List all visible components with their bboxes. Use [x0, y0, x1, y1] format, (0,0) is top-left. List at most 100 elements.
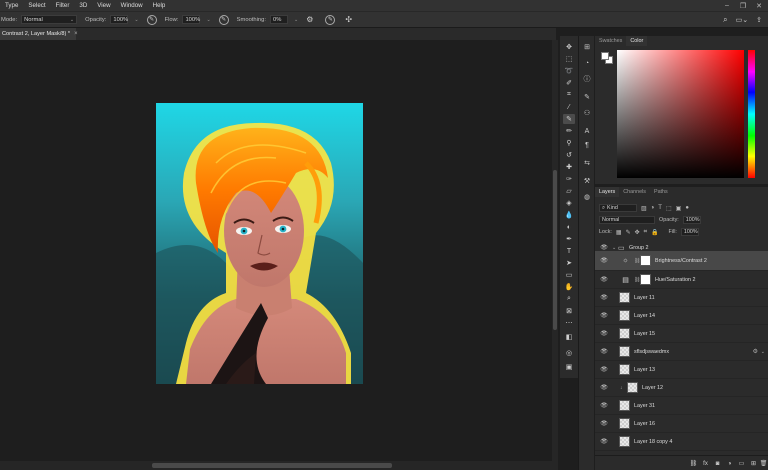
lasso-tool-icon[interactable]: ➰ — [563, 66, 575, 76]
artwork-canvas[interactable] — [156, 103, 363, 384]
tab-color[interactable]: Color — [626, 36, 648, 46]
quick-select-tool-icon[interactable]: ✐ — [563, 78, 575, 88]
layer-row-layer-31[interactable]: 👁 Layer 31 — [595, 397, 768, 415]
pencil-tool-icon[interactable]: ✏ — [563, 126, 575, 136]
clone-source-panel-icon[interactable]: ⚇ — [582, 108, 592, 118]
group-expand-chevron-icon[interactable]: ⌄ — [612, 245, 616, 251]
expand-effects-chevron-icon[interactable]: ⌄ — [761, 349, 765, 355]
vertical-scroll-thumb[interactable] — [553, 170, 557, 330]
lock-artboard-icon[interactable]: ⌗ — [644, 229, 647, 236]
shape-tool-icon[interactable]: ▭ — [563, 270, 575, 280]
eyedropper-tool-icon[interactable]: ⁄ — [563, 102, 575, 112]
layer-mask-thumbnail[interactable] — [640, 255, 651, 266]
lock-all-icon[interactable]: 🔒 — [651, 229, 658, 236]
fill-field[interactable]: 100% — [680, 228, 699, 236]
share-icon[interactable]: ⇪ — [756, 16, 762, 24]
link-layers-icon[interactable]: ⛓ — [689, 459, 698, 468]
adjustment-filter-icon[interactable]: ◑ — [651, 205, 655, 211]
clone-stamp-tool-icon[interactable]: ⚲ — [563, 138, 575, 148]
smart-object-filter-icon[interactable]: ▣ — [676, 205, 682, 212]
libraries-panel-icon[interactable]: ◍ — [582, 192, 592, 202]
menu-help[interactable]: Help — [148, 2, 171, 9]
symmetry-icon[interactable]: ✣ — [345, 15, 352, 24]
pixel-filter-icon[interactable]: ▨ — [641, 205, 647, 212]
minimize-icon[interactable]: – — [722, 1, 732, 10]
menu-type[interactable]: Type — [0, 2, 23, 9]
hand-tool-icon[interactable]: ✋ — [563, 282, 575, 292]
character-panel-icon[interactable]: A — [582, 126, 592, 136]
properties-panel-icon[interactable]: ⇆ — [582, 158, 592, 168]
new-group-icon[interactable]: ▭ — [737, 459, 746, 468]
workspace-icon[interactable]: ▭⌄ — [736, 16, 748, 24]
layer-mask-thumbnail[interactable] — [640, 274, 651, 285]
move-tool-icon[interactable]: ✥ — [563, 42, 575, 52]
add-mask-icon[interactable]: ◙ — [713, 459, 722, 468]
eye-icon[interactable]: 👁 — [600, 348, 608, 355]
layer-row-layer-11[interactable]: 👁 Layer 11 — [595, 289, 768, 307]
blur-tool-icon[interactable]: 💧 — [563, 210, 575, 220]
new-adjustment-icon[interactable]: ◑ — [725, 459, 734, 468]
search-icon[interactable]: ⌕ — [723, 15, 727, 25]
close-window-icon[interactable]: ✕ — [754, 1, 764, 10]
foreground-color-swatch[interactable] — [601, 52, 609, 60]
eye-icon[interactable]: 👁 — [600, 312, 608, 319]
zoom-tool-icon[interactable]: ⌕ — [563, 294, 575, 304]
lock-position-icon[interactable]: ✥ — [635, 229, 640, 236]
dodge-tool-icon[interactable]: ◐ — [563, 222, 575, 232]
tab-channels[interactable]: Channels — [619, 187, 650, 197]
gear-icon[interactable]: ⚙ — [306, 15, 313, 24]
history-brush-tool-icon[interactable]: ↺ — [563, 150, 575, 160]
airbrush-icon[interactable]: ✎ — [218, 14, 229, 25]
layer-row-layer-15[interactable]: 👁 Layer 15 — [595, 325, 768, 343]
filter-toggle-icon[interactable]: ● — [685, 205, 689, 211]
quick-mask-icon[interactable]: ◎ — [563, 348, 575, 358]
more-tools-icon[interactable]: ⋯ — [563, 318, 575, 328]
menu-3d[interactable]: 3D — [74, 2, 92, 9]
layer-row-brightness-contrast-2[interactable]: 👁 ☼ ⛓ Brightness/Contrast 2 — [595, 251, 768, 271]
horizontal-scroll-thumb[interactable] — [152, 463, 392, 468]
layer-row-layer-14[interactable]: 👁 Layer 14 — [595, 307, 768, 325]
close-tab-icon[interactable]: × — [74, 31, 78, 37]
layer-style-icon[interactable]: fx — [701, 459, 710, 468]
path-select-tool-icon[interactable]: ➤ — [563, 258, 575, 268]
delete-layer-icon[interactable]: 🗑 — [759, 459, 768, 468]
lock-image-icon[interactable]: ✎ — [626, 229, 631, 236]
new-layer-icon[interactable]: ⊞ — [749, 459, 758, 468]
tool-presets-panel-icon[interactable]: ⚒ — [582, 176, 592, 186]
eye-icon[interactable]: 👁 — [600, 257, 608, 264]
canvas-horizontal-scrollbar[interactable] — [0, 461, 558, 470]
hue-slider[interactable] — [748, 50, 755, 178]
healing-tool-icon[interactable]: ✚ — [563, 162, 575, 172]
layer-row-layer-16[interactable]: 👁 Layer 16 — [595, 415, 768, 433]
menu-filter[interactable]: Filter — [51, 2, 75, 9]
eye-icon[interactable]: 👁 — [600, 384, 608, 391]
pressure-size-icon[interactable]: ✎ — [325, 14, 336, 25]
tab-paths[interactable]: Paths — [650, 187, 672, 197]
menu-select[interactable]: Select — [23, 2, 50, 9]
eye-icon[interactable]: 👁 — [600, 438, 608, 445]
pressure-opacity-icon[interactable]: ✎ — [146, 14, 157, 25]
adjustments-panel-icon[interactable]: ◔ — [582, 58, 592, 68]
layer-row-layer-18-copy-4[interactable]: 👁 Layer 18 copy 4 — [595, 433, 768, 451]
blend-mode-select[interactable]: Normal — [599, 216, 655, 224]
saturation-value-picker[interactable] — [617, 50, 744, 178]
eye-icon[interactable]: 👁 — [600, 244, 608, 251]
smoothing-chevron-icon[interactable]: ⌄ — [294, 17, 298, 23]
crop-tool-icon[interactable]: ⌗ — [563, 90, 575, 100]
brush-tool-icon[interactable]: ✎ — [563, 114, 575, 124]
type-filter-icon[interactable]: T — [658, 205, 662, 211]
menu-window[interactable]: Window — [116, 2, 148, 9]
tab-layers[interactable]: Layers — [595, 187, 620, 197]
tab-swatches[interactable]: Swatches — [595, 36, 626, 46]
canvas-vertical-scrollbar[interactable] — [552, 40, 558, 461]
smoothing-field[interactable]: 0% — [269, 15, 288, 24]
eye-icon[interactable]: 👁 — [600, 294, 608, 301]
opacity-chevron-icon[interactable]: ⌄ — [134, 17, 138, 23]
lock-transparent-icon[interactable]: ▦ — [616, 229, 622, 236]
shape-filter-icon[interactable]: ⬚ — [666, 205, 672, 212]
brush-settings-panel-icon[interactable]: ✎ — [582, 92, 592, 102]
menu-view[interactable]: View — [92, 2, 115, 9]
history-panel-icon[interactable]: ⊞ — [582, 42, 592, 52]
eraser-tool-icon[interactable]: ▱ — [563, 186, 575, 196]
screen-mode-icon[interactable]: ▣ — [563, 362, 575, 372]
